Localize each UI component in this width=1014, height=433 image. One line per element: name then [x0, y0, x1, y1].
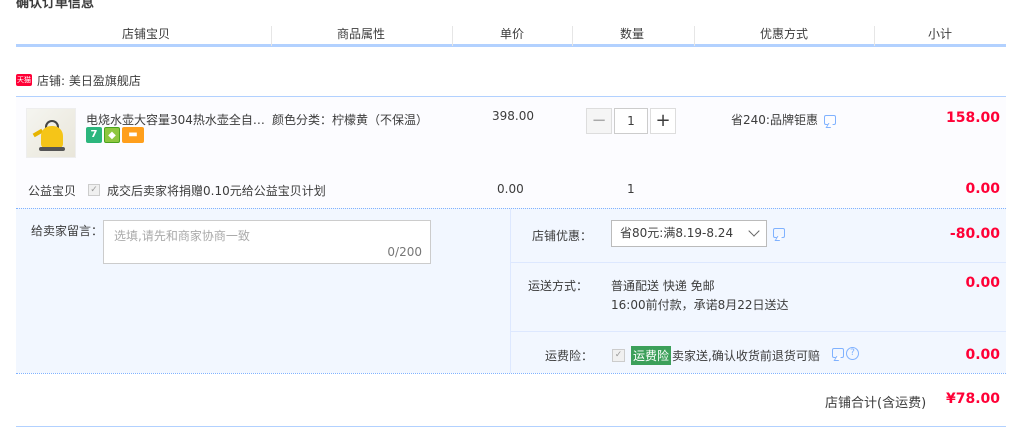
message-char-count: 0/200 [387, 245, 422, 259]
charity-text: 成交后卖家将捐赠0.10元给公益宝贝计划 [107, 184, 326, 198]
help-icon[interactable]: ? [846, 347, 859, 360]
shop-total-value: ¥78.00 [945, 391, 1000, 407]
chevron-down-icon [748, 225, 760, 237]
shipping-method: 普通配送 快递 免邮 [611, 279, 715, 293]
col-divider [452, 26, 453, 46]
shop-total-label: 店铺合计(含运费) [825, 396, 927, 411]
quantity-input[interactable]: 1 [614, 108, 648, 134]
divider [510, 262, 1006, 263]
insurance-text: 卖家送,确认收货前退货可赔 [672, 349, 820, 363]
charity-qty: 1 [627, 182, 635, 196]
item-subtotal: 158.00 [945, 110, 1000, 126]
col-divider [874, 26, 875, 46]
chat-icon[interactable] [832, 348, 844, 358]
page-heading: 确认订单信息 [16, 0, 95, 11]
chat-icon[interactable] [823, 114, 836, 125]
message-placeholder: 选填,请先和商家协商一致 [114, 229, 250, 243]
insurance-amount: 0.00 [965, 347, 1000, 363]
quantity-increase-button[interactable]: + [650, 108, 676, 134]
tmall-icon: 天猫 [16, 74, 32, 86]
kettle-base [39, 147, 65, 151]
message-label: 给卖家留言： [31, 224, 104, 238]
divider [510, 331, 1006, 332]
coupon-selected-value: 省80元:满8.19-8.24 [620, 226, 734, 240]
unit-price: 398.00 [492, 109, 534, 123]
col-subtotal: 小计 [927, 27, 952, 41]
col-qty: 数量 [619, 27, 644, 41]
quantity-decrease-button[interactable]: − [586, 108, 612, 134]
shipping-amount: 0.00 [965, 275, 1000, 291]
coupon-amount: -80.00 [949, 226, 1000, 242]
insurance-label: 运费险： [544, 349, 593, 363]
product-title-link[interactable]: 电烧水壶大容量304热水壶全自动断电电热水壶 [86, 111, 266, 128]
product-thumbnail[interactable] [26, 108, 76, 158]
shop-name-link[interactable]: 店铺: 美日盈旗舰店 [37, 72, 141, 89]
discount-info: 省240:品牌钜惠 [731, 111, 836, 128]
checkbox-icon[interactable]: ✓ [88, 184, 100, 196]
discount-text: 省240:品牌钜惠 [731, 113, 818, 127]
shop-row: 天猫 店铺: 美日盈旗舰店 [16, 70, 141, 90]
charity-subtotal: 0.00 [965, 181, 1000, 197]
seven-day-return-icon[interactable]: 7 [86, 127, 102, 143]
col-price: 单价 [499, 27, 524, 41]
shipping-info: 普通配送 快递 免邮 16:00前付款，承诺8月22日送达 [611, 277, 789, 315]
guarantee-icon[interactable]: ◆ [104, 127, 120, 143]
col-attr: 商品属性 [336, 27, 385, 41]
col-discount: 优惠方式 [759, 27, 808, 41]
coupon-select[interactable]: 省80元:满8.19-8.24 [611, 220, 767, 247]
charity-price: 0.00 [497, 182, 524, 196]
charity-label: 公益宝贝 [28, 184, 77, 198]
shipping-promise: 16:00前付款，承诺8月22日送达 [611, 298, 789, 312]
col-divider [694, 26, 695, 46]
col-divider [271, 26, 272, 46]
col-divider [572, 26, 573, 46]
quantity-stepper: − 1 + [586, 108, 676, 134]
service-icons: 7 ◆ ▬ [86, 127, 144, 143]
insurance-tag: 运费险 [631, 346, 672, 365]
shipping-label: 运送方式： [527, 279, 588, 293]
coupon-label: 店铺优惠： [531, 229, 592, 243]
checkbox-icon[interactable]: ✓ [612, 349, 625, 362]
divider [16, 426, 1006, 427]
product-attribute: 颜色分类：柠檬黄（不保温） [272, 113, 429, 127]
chat-icon[interactable] [773, 228, 785, 238]
col-item: 店铺宝贝 [121, 27, 170, 41]
credit-card-icon[interactable]: ▬ [122, 127, 144, 143]
message-input[interactable]: 选填,请先和商家协商一致 0/200 [103, 220, 431, 264]
kettle-body [41, 126, 63, 148]
column-header: 店铺宝贝 商品属性 单价 数量 优惠方式 小计 [16, 18, 1006, 47]
